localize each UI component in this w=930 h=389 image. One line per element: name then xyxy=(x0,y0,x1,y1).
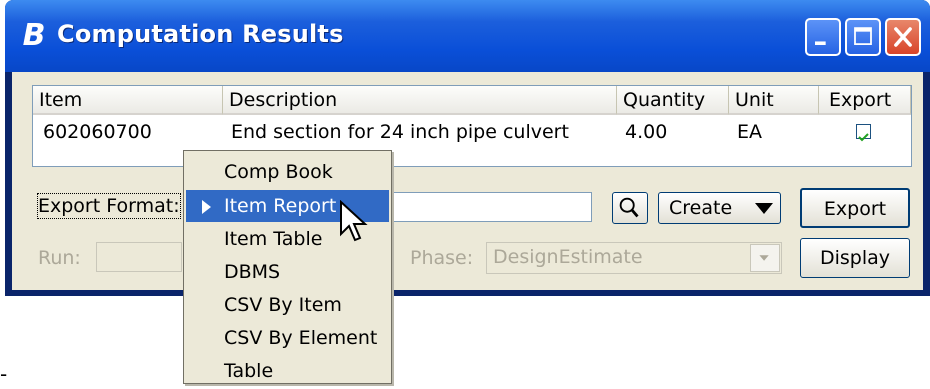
export-checkbox[interactable] xyxy=(856,124,871,142)
bentley-b-icon: B xyxy=(22,18,46,53)
column-header-unit[interactable]: Unit xyxy=(729,86,819,115)
phase-value: DesignEstimate xyxy=(493,246,643,268)
close-button[interactable] xyxy=(885,18,921,56)
menu-item-dbms[interactable]: DBMS xyxy=(186,256,389,288)
maximize-icon xyxy=(854,27,872,45)
minimize-button[interactable] xyxy=(805,18,841,56)
mouse-pointer-icon xyxy=(340,200,368,242)
table-row[interactable]: 602060700 End section for 24 inch pipe c… xyxy=(33,116,911,148)
search-button[interactable] xyxy=(612,192,648,224)
display-button[interactable]: Display xyxy=(800,238,910,278)
chevron-down-icon xyxy=(759,255,769,261)
run-field[interactable] xyxy=(96,242,182,272)
minimize-icon xyxy=(815,41,826,45)
menu-item-csv-by-element[interactable]: CSV By Element xyxy=(186,322,389,354)
phase-label: Phase: xyxy=(410,247,474,269)
selected-arrow-icon xyxy=(202,200,211,214)
cell-quantity: 4.00 xyxy=(625,121,668,143)
results-list[interactable]: Item Description Quantity Unit Export 60… xyxy=(32,85,912,167)
magnifier-icon xyxy=(619,197,639,218)
column-header-quantity[interactable]: Quantity xyxy=(617,86,729,115)
footer-mark: - xyxy=(0,362,8,386)
phase-dropdown-arrow[interactable] xyxy=(750,244,780,272)
create-label: Create xyxy=(669,197,733,219)
close-icon xyxy=(894,27,912,47)
create-dropdown-button[interactable]: Create xyxy=(658,192,781,224)
checkmark-icon xyxy=(858,133,869,142)
cell-unit: EA xyxy=(737,121,763,143)
phase-dropdown[interactable]: DesignEstimate xyxy=(486,242,782,274)
export-format-menu[interactable]: Comp Book Item Report Item Table DBMS CS… xyxy=(183,150,392,384)
menu-item-comp-book[interactable]: Comp Book xyxy=(186,156,389,188)
column-header-export[interactable]: Export xyxy=(819,86,911,115)
dropdown-arrow-icon xyxy=(755,203,773,214)
list-header: Item Description Quantity Unit Export xyxy=(33,86,911,115)
cell-item: 602060700 xyxy=(43,121,152,143)
title-bar[interactable]: B Computation Results xyxy=(5,0,930,72)
maximize-button[interactable] xyxy=(845,18,881,56)
export-button[interactable]: Export xyxy=(800,188,910,228)
window-title: Computation Results xyxy=(57,20,344,48)
column-header-item[interactable]: Item xyxy=(33,86,223,115)
menu-item-label: Item Report xyxy=(224,195,337,217)
run-label: Run: xyxy=(38,247,81,269)
menu-item-table[interactable]: Table xyxy=(186,355,389,387)
menu-item-csv-by-item[interactable]: CSV By Item xyxy=(186,289,389,321)
export-format-field[interactable] xyxy=(386,192,592,222)
cell-description: End section for 24 inch pipe culvert xyxy=(231,121,569,143)
export-format-label: Export Format: xyxy=(37,193,181,219)
column-header-description[interactable]: Description xyxy=(223,86,617,115)
